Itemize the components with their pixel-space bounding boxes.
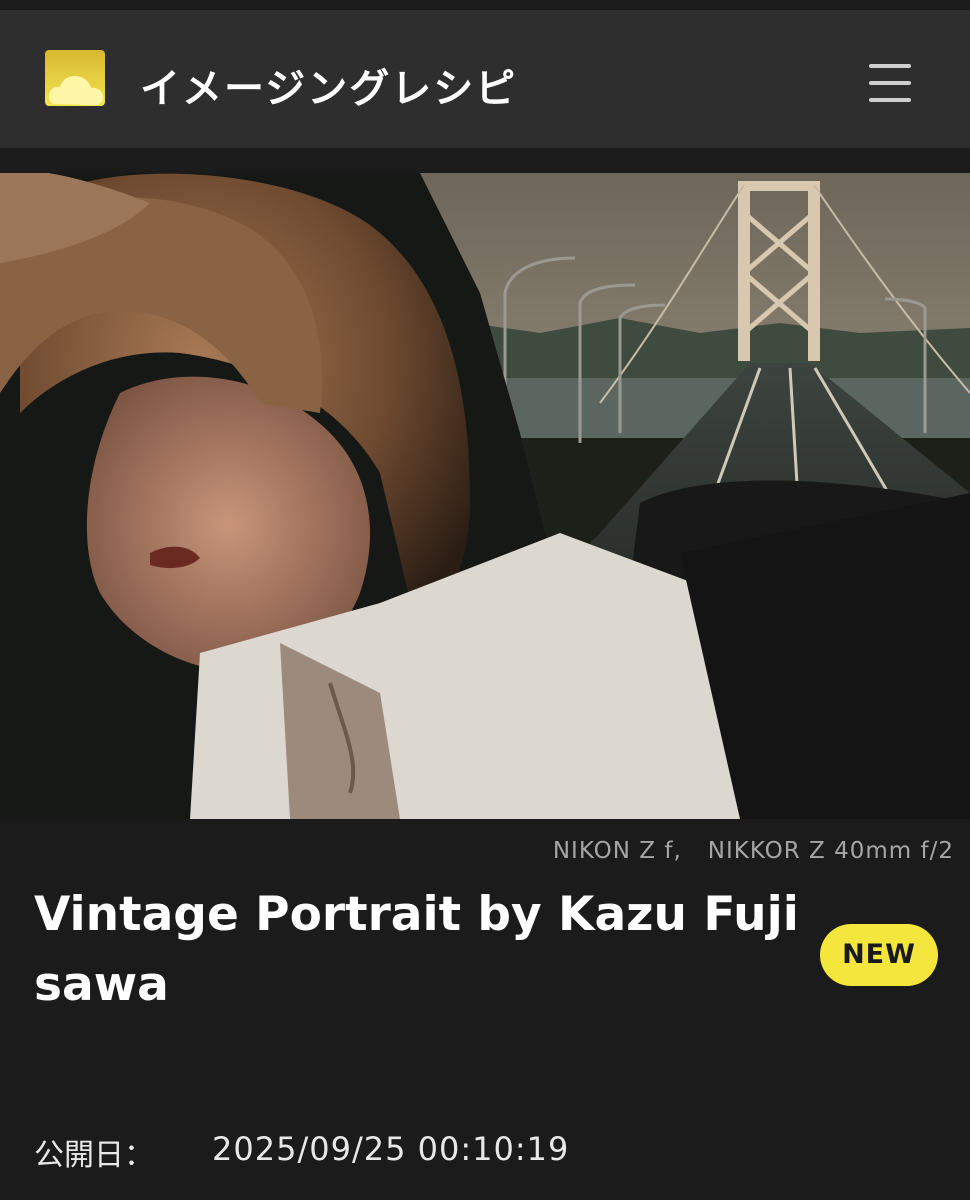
hero-photo[interactable]	[0, 173, 970, 819]
camera-lens-info: NIKON Z f, NIKKOR Z 40mm f/2	[553, 838, 954, 864]
published-label: 公開日：	[34, 1138, 154, 1173]
hamburger-menu-icon[interactable]	[866, 60, 916, 106]
published-date: 2025/09/25 00:10:19	[212, 1130, 570, 1168]
camera-model: NIKON Z f,	[552, 838, 682, 864]
site-header: イメージングレシピ	[0, 10, 970, 148]
recipe-title[interactable]: Vintage Portrait by Kazu Fujisawa	[34, 880, 804, 1020]
status-strip	[0, 0, 970, 10]
lens-model: NIKKOR Z 40mm f/2	[707, 838, 954, 864]
new-badge: NEW	[820, 924, 938, 986]
app-title[interactable]: イメージングレシピ	[140, 56, 517, 114]
app-logo-icon[interactable]	[45, 50, 109, 108]
